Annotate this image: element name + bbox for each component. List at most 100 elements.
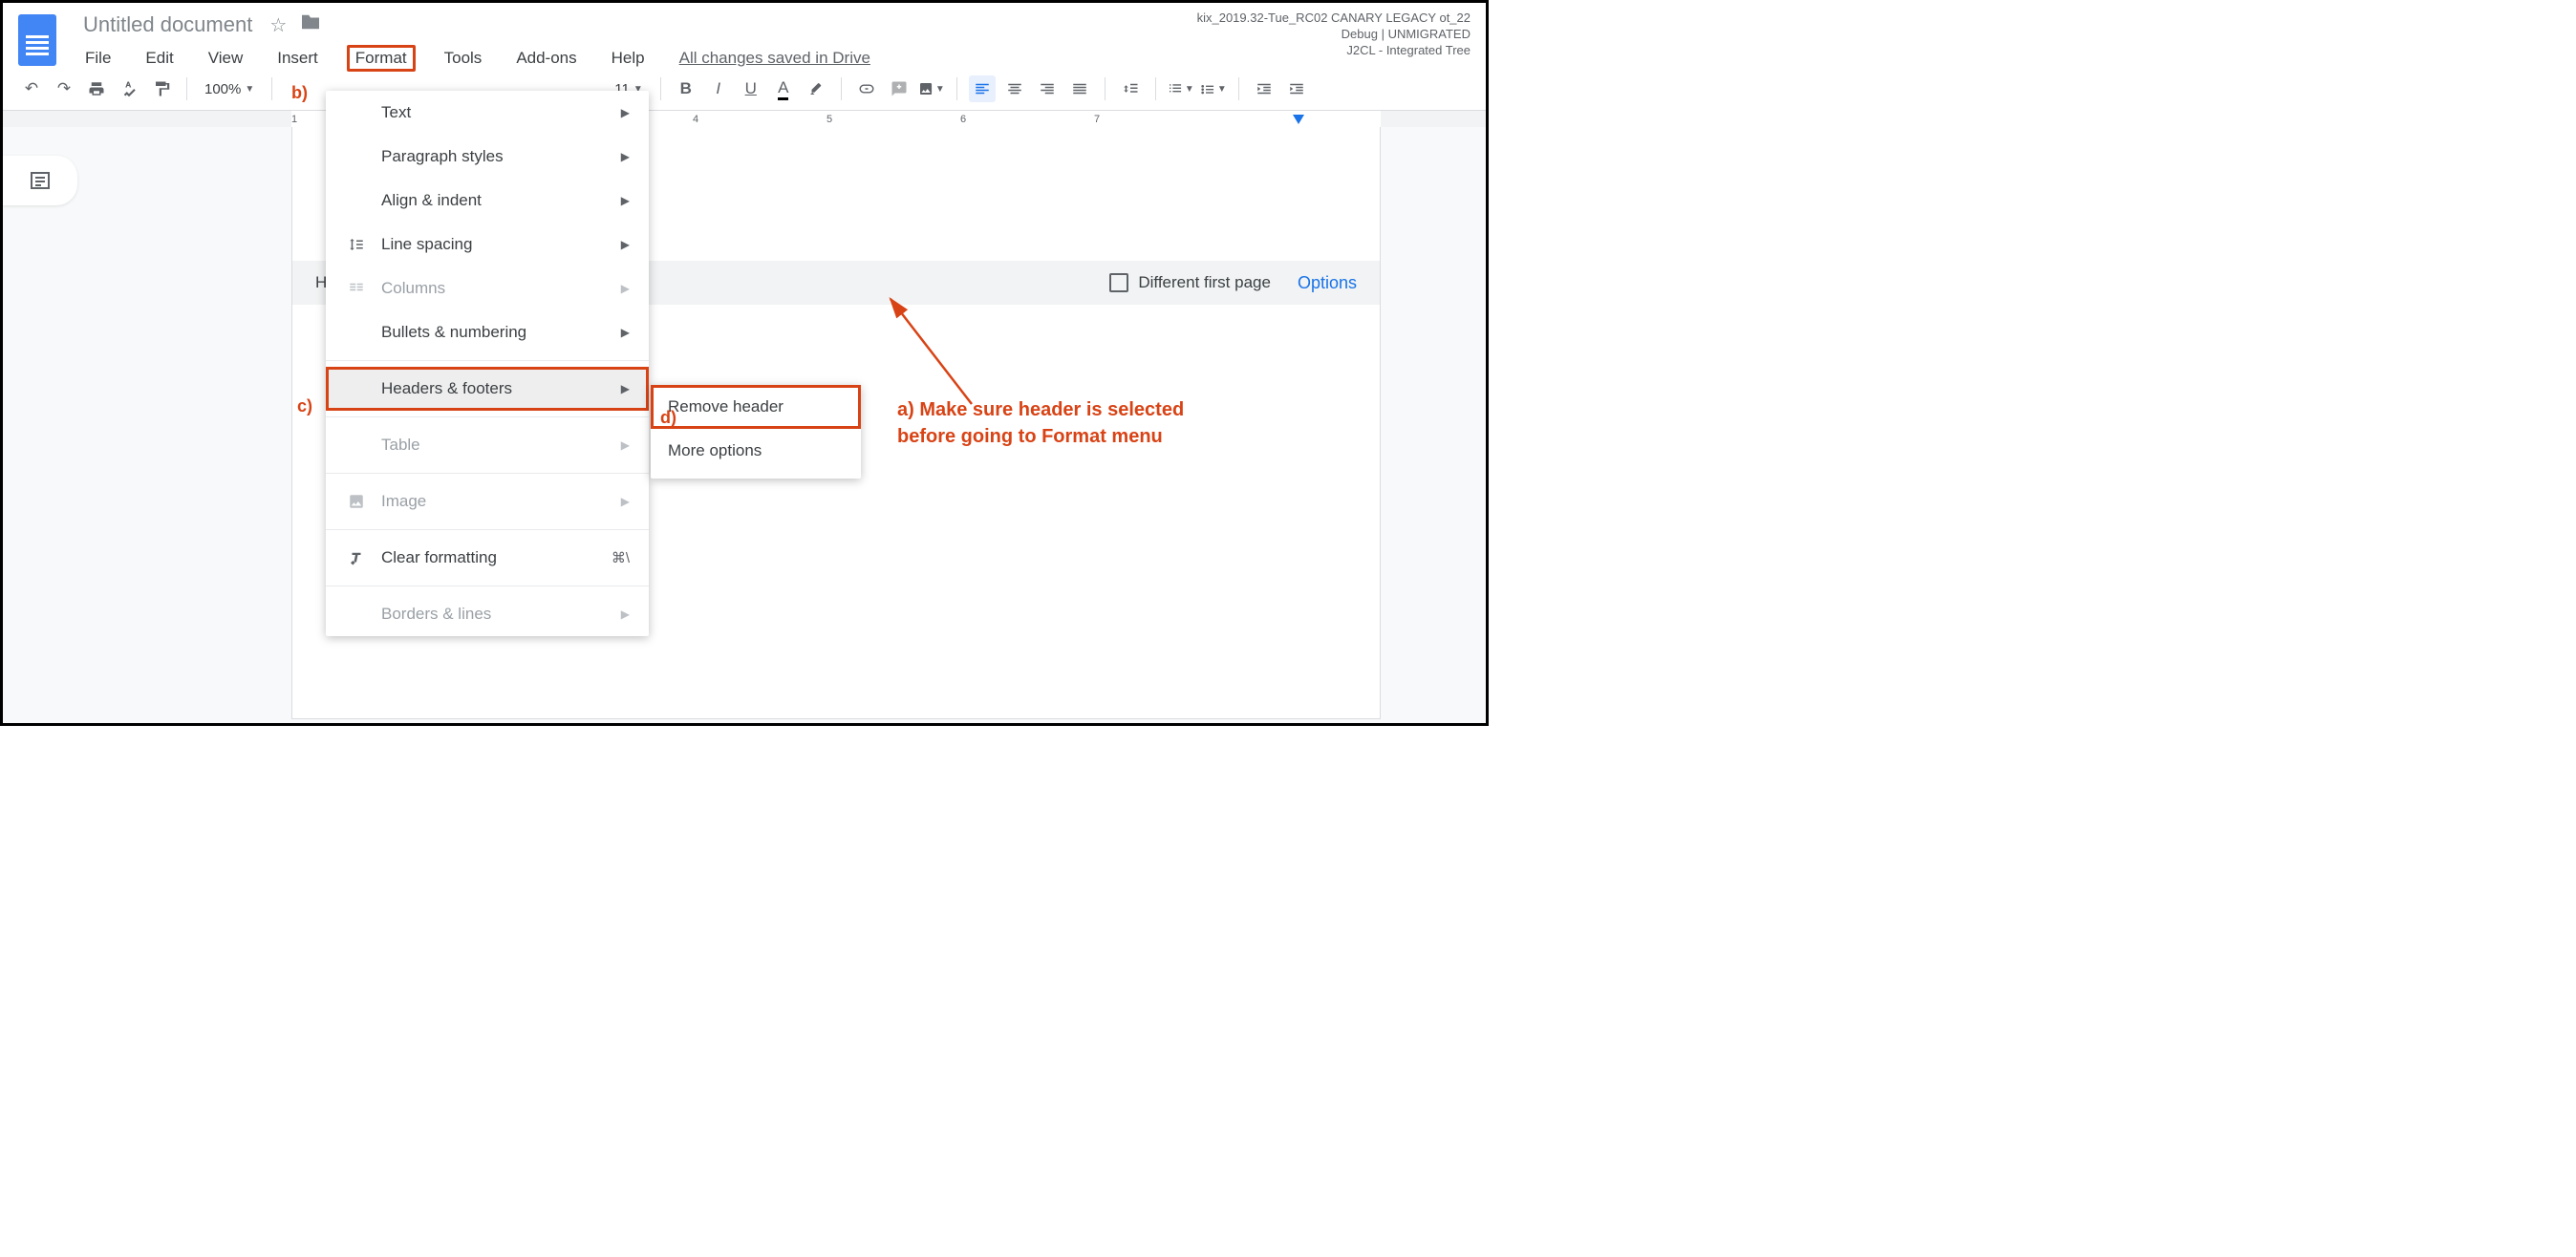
remove-header-label: Remove header: [668, 397, 784, 416]
format-headers-footers-label: Headers & footers: [370, 379, 621, 398]
format-headers-footers[interactable]: Headers & footers▶: [326, 367, 649, 411]
numbered-list-button[interactable]: ▼: [1168, 75, 1194, 102]
format-table-label: Table: [370, 436, 621, 455]
increase-indent-button[interactable]: [1283, 75, 1310, 102]
remove-header-item[interactable]: Remove header: [651, 385, 861, 429]
decrease-indent-button[interactable]: [1251, 75, 1277, 102]
format-paragraph-styles[interactable]: Paragraph styles▶: [326, 135, 649, 179]
different-first-page-label: Different first page: [1138, 273, 1271, 292]
clear-formatting-shortcut: ⌘\: [612, 549, 630, 566]
chevron-right-icon: ▶: [621, 495, 630, 508]
print-button[interactable]: [83, 75, 110, 102]
align-left-button[interactable]: [969, 75, 996, 102]
align-right-button[interactable]: [1034, 75, 1061, 102]
format-line-spacing[interactable]: Line spacing▶: [326, 223, 649, 266]
menu-edit[interactable]: Edit: [140, 45, 179, 72]
chevron-right-icon: ▶: [621, 238, 630, 251]
debug-line-1: kix_2019.32-Tue_RC02 CANARY LEGACY ot_22: [1197, 11, 1470, 27]
more-options-item[interactable]: More options: [651, 429, 861, 473]
annotation-b: b): [291, 83, 308, 103]
outline-toggle[interactable]: [3, 156, 77, 205]
underline-button[interactable]: U: [738, 75, 764, 102]
toolbar: ↶ ↷ 100% ▼ 11 ▼ B I U A ▼: [3, 68, 1486, 111]
chevron-right-icon: ▶: [621, 326, 630, 339]
debug-line-3: J2CL - Integrated Tree: [1197, 43, 1470, 59]
chevron-down-icon: ▼: [1217, 84, 1227, 95]
chevron-right-icon: ▶: [621, 194, 630, 207]
format-align-indent[interactable]: Align & indent▶: [326, 179, 649, 223]
ruler-number: 7: [1094, 114, 1100, 125]
insert-link-button[interactable]: [853, 75, 880, 102]
different-first-page-toggle[interactable]: Different first page: [1109, 273, 1271, 292]
format-borders-label: Borders & lines: [370, 605, 621, 624]
highlight-button[interactable]: [803, 75, 829, 102]
chevron-right-icon: ▶: [621, 106, 630, 119]
chevron-right-icon: ▶: [621, 382, 630, 395]
zoom-select[interactable]: 100% ▼: [199, 81, 260, 97]
paint-format-button[interactable]: [148, 75, 175, 102]
format-columns: Columns▶: [326, 266, 649, 310]
format-dropdown: Text▶ Paragraph styles▶ Align & indent▶ …: [326, 91, 649, 636]
align-center-button[interactable]: [1001, 75, 1028, 102]
annotation-arrow: [876, 289, 991, 414]
format-bullets-numbering[interactable]: Bullets & numbering▶: [326, 310, 649, 354]
annotation-c: c): [297, 396, 312, 416]
redo-button[interactable]: ↷: [51, 75, 77, 102]
chevron-right-icon: ▶: [621, 438, 630, 452]
format-line-spacing-label: Line spacing: [370, 235, 621, 254]
spellcheck-button[interactable]: [116, 75, 142, 102]
ruler-number: 5: [826, 114, 832, 125]
format-table: Table▶: [326, 423, 649, 467]
debug-info: kix_2019.32-Tue_RC02 CANARY LEGACY ot_22…: [1197, 11, 1470, 59]
ruler-indent-marker[interactable]: [1293, 115, 1304, 124]
headers-footers-submenu: Remove header More options: [651, 385, 861, 479]
menu-format[interactable]: Format: [347, 45, 416, 72]
undo-button[interactable]: ↶: [18, 75, 45, 102]
menu-file[interactable]: File: [79, 45, 117, 72]
chevron-down-icon: ▼: [245, 84, 254, 95]
line-spacing-icon: [343, 236, 370, 253]
ruler-number: 1: [291, 114, 297, 125]
menu-tools[interactable]: Tools: [439, 45, 488, 72]
image-icon: [343, 493, 370, 510]
format-paragraph-styles-label: Paragraph styles: [370, 147, 621, 166]
checkbox-icon: [1109, 273, 1128, 292]
format-clear-label: Clear formatting: [370, 548, 612, 567]
text-color-button[interactable]: A: [770, 75, 797, 102]
ruler-number: 6: [960, 114, 966, 125]
chevron-down-icon: ▼: [1185, 84, 1194, 95]
format-align-indent-label: Align & indent: [370, 191, 621, 210]
ruler-number: 4: [693, 114, 698, 125]
annotation-d: d): [660, 408, 676, 428]
chevron-right-icon: ▶: [621, 282, 630, 295]
line-spacing-button[interactable]: [1117, 75, 1144, 102]
header-options-link[interactable]: Options: [1298, 273, 1357, 293]
menu-insert[interactable]: Insert: [271, 45, 324, 72]
zoom-value: 100%: [204, 81, 241, 97]
format-borders-lines: Borders & lines▶: [326, 592, 649, 636]
add-comment-button[interactable]: [886, 75, 912, 102]
menu-addons[interactable]: Add-ons: [510, 45, 582, 72]
menu-view[interactable]: View: [203, 45, 249, 72]
align-justify-button[interactable]: [1066, 75, 1093, 102]
chevron-right-icon: ▶: [621, 150, 630, 163]
format-text-label: Text: [370, 103, 621, 122]
document-title[interactable]: Untitled document: [79, 11, 256, 39]
insert-image-button[interactable]: ▼: [918, 75, 945, 102]
docs-logo-icon[interactable]: [18, 14, 56, 66]
format-clear-formatting[interactable]: Clear formatting⌘\: [326, 536, 649, 580]
italic-button[interactable]: I: [705, 75, 732, 102]
menu-help[interactable]: Help: [606, 45, 651, 72]
format-bullets-label: Bullets & numbering: [370, 323, 621, 342]
columns-icon: [343, 280, 370, 297]
bold-button[interactable]: B: [673, 75, 699, 102]
clear-formatting-icon: [343, 549, 370, 566]
debug-line-2: Debug | UNMIGRATED: [1197, 27, 1470, 43]
chevron-down-icon: ▼: [935, 84, 945, 95]
save-status[interactable]: All changes saved in Drive: [679, 49, 870, 68]
bulleted-list-button[interactable]: ▼: [1200, 75, 1227, 102]
chevron-right-icon: ▶: [621, 607, 630, 621]
star-icon[interactable]: ☆: [269, 13, 287, 37]
format-text[interactable]: Text▶: [326, 91, 649, 135]
move-folder-icon[interactable]: [300, 13, 321, 36]
